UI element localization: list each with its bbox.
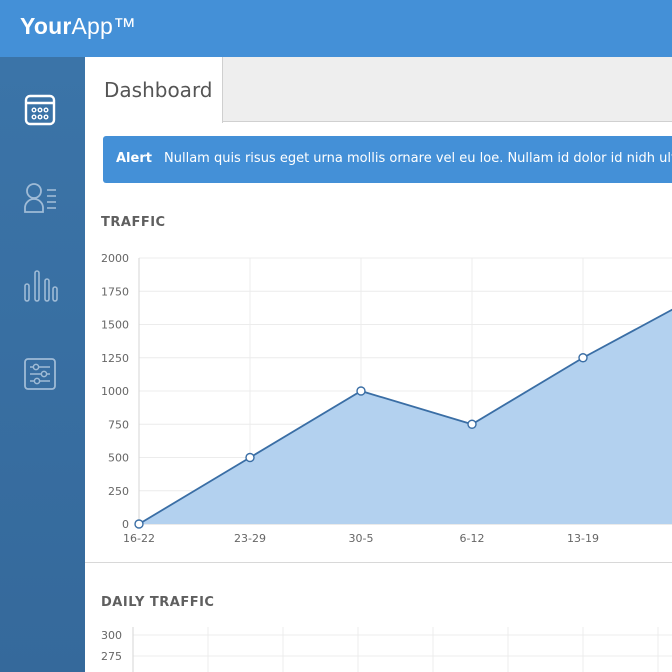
y-tick-label: 500 <box>108 452 129 465</box>
x-tick-label: 13-19 <box>567 532 599 545</box>
series-area <box>139 309 672 524</box>
y-tick-label: 2000 <box>101 252 129 265</box>
x-tick-label: 30-5 <box>349 532 374 545</box>
top-bar: YourApp™ <box>0 0 672 57</box>
y-tick-label: 275 <box>101 650 122 663</box>
y-tick-label: 750 <box>108 418 129 431</box>
tab-dashboard[interactable]: Dashboard <box>85 57 223 123</box>
tab-label: Dashboard <box>104 78 213 102</box>
data-point <box>356 386 366 396</box>
alert-banner: Alert Nullam quis risus eget urna mollis… <box>103 136 672 183</box>
data-point <box>245 452 255 463</box>
daily-traffic-chart: 300 275 <box>101 627 672 672</box>
data-point <box>134 519 144 529</box>
sliders-icon[interactable] <box>20 354 60 394</box>
sidebar <box>0 57 85 672</box>
y-tick-label: 1500 <box>101 319 129 332</box>
alert-label: Alert <box>116 151 152 166</box>
bar-chart-icon[interactable] <box>20 265 60 305</box>
calendar-icon[interactable] <box>20 90 60 130</box>
y-tick-label: 0 <box>122 518 129 531</box>
x-tick-label: 23-29 <box>234 532 266 545</box>
y-tick-label: 1750 <box>101 285 129 298</box>
y-tick-label: 1000 <box>101 385 129 398</box>
alert-text: Nullam quis risus eget urna mollis ornar… <box>164 151 672 166</box>
user-list-icon[interactable] <box>20 178 60 218</box>
traffic-chart: 2000 1750 1500 1250 1000 750 500 250 016-22 23-29… <box>101 252 672 545</box>
tab-strip: Dashboard <box>85 57 672 123</box>
daily-traffic-title: DAILY TRAFFIC <box>101 595 215 610</box>
brand-light: App™ <box>71 13 137 39</box>
main-content: Dashboard Alert Nullam quis risus eget u… <box>85 57 672 672</box>
section-divider <box>85 562 672 563</box>
data-point <box>467 419 477 429</box>
traffic-title: TRAFFIC <box>101 215 166 230</box>
y-tick-label: 1250 <box>101 352 129 365</box>
y-tick-label: 300 <box>101 629 122 642</box>
x-tick-label: 6-12 <box>460 532 485 545</box>
data-point <box>578 353 588 363</box>
y-tick-label: 250 <box>108 485 129 498</box>
x-tick-label: 16-22 <box>123 532 155 545</box>
brand-bold: Your <box>20 13 72 39</box>
app-logo[interactable]: YourApp™ <box>20 13 136 40</box>
